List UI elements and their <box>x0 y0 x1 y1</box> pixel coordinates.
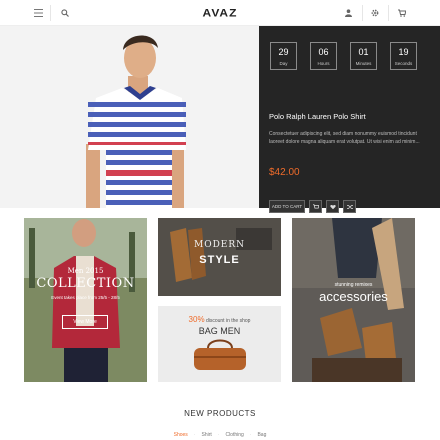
modern-style-banner[interactable]: MODERN STYLE <box>158 218 281 296</box>
accessories-title: accessories <box>319 289 388 304</box>
product-description: Consectetuer adipiscing elit, sed diam n… <box>269 131 420 145</box>
cart-icon[interactable] <box>309 200 322 213</box>
collection-title: COLLECTION <box>36 276 135 291</box>
countdown-days: 29 Day <box>270 42 297 70</box>
tab-clothing[interactable]: Clothing <box>219 432 249 438</box>
bag-men-title: BAG MEN <box>198 326 241 336</box>
cart-icon[interactable] <box>392 0 412 26</box>
product-price: $42.00 <box>269 167 300 178</box>
discount-percent: 30% <box>188 315 205 324</box>
tab-shoes[interactable]: Shoes <box>168 432 194 438</box>
countdown-minutes: 01 Minutes <box>350 42 377 70</box>
product-filter-tabs: Shoes · Shirt · Clothing · Bag <box>0 432 440 438</box>
collection-subtitle: Event takes place from 25/5 - 28/5 <box>51 295 120 300</box>
top-bar: AVAZ <box>0 0 440 26</box>
new-products-heading: NEW PRODUCTS <box>184 409 256 418</box>
accessories-banner[interactable]: stunning remixes accessories <box>292 218 415 382</box>
style-text: STYLE <box>199 254 240 266</box>
leather-bag-image <box>194 339 246 370</box>
model-polo-illustration <box>0 26 259 208</box>
bag-men-banner[interactable]: 30% discount in the shop BAG MEN <box>158 306 281 382</box>
hero-product-image[interactable] <box>0 26 259 208</box>
collection-small-text: Men 2015 <box>67 267 104 275</box>
tab-shirt[interactable]: Shirt <box>195 432 217 438</box>
settings-icon[interactable] <box>365 0 385 26</box>
user-icon[interactable] <box>338 0 358 26</box>
add-to-cart-button[interactable]: ADD TO CART <box>269 200 305 213</box>
discount-text: discount in the shop <box>205 318 251 324</box>
product-actions: ADD TO CART <box>269 200 356 213</box>
deal-panel: 29 Day 06 Hours 01 Minutes 19 Seconds Po… <box>259 26 440 213</box>
divider <box>388 5 389 21</box>
collection-photo <box>24 218 147 382</box>
modern-text: MODERN <box>193 240 246 250</box>
heart-icon[interactable] <box>326 200 339 213</box>
shuffle-icon[interactable] <box>343 200 356 213</box>
countdown-seconds: 19 Seconds <box>390 42 417 70</box>
divider <box>362 5 363 21</box>
bag-discount-line: 30% discount in the shop <box>158 315 281 324</box>
countdown-hours: 06 Hours <box>310 42 337 70</box>
collection-banner[interactable]: Men 2015 COLLECTION Event takes place fr… <box>24 218 147 382</box>
tab-bag[interactable]: Bag <box>251 432 272 438</box>
accessories-small-text: stunning remixes <box>334 282 373 288</box>
product-title[interactable]: Polo Ralph Lauren Polo Shirt <box>269 112 366 121</box>
view-more-button[interactable]: View More <box>62 315 108 329</box>
